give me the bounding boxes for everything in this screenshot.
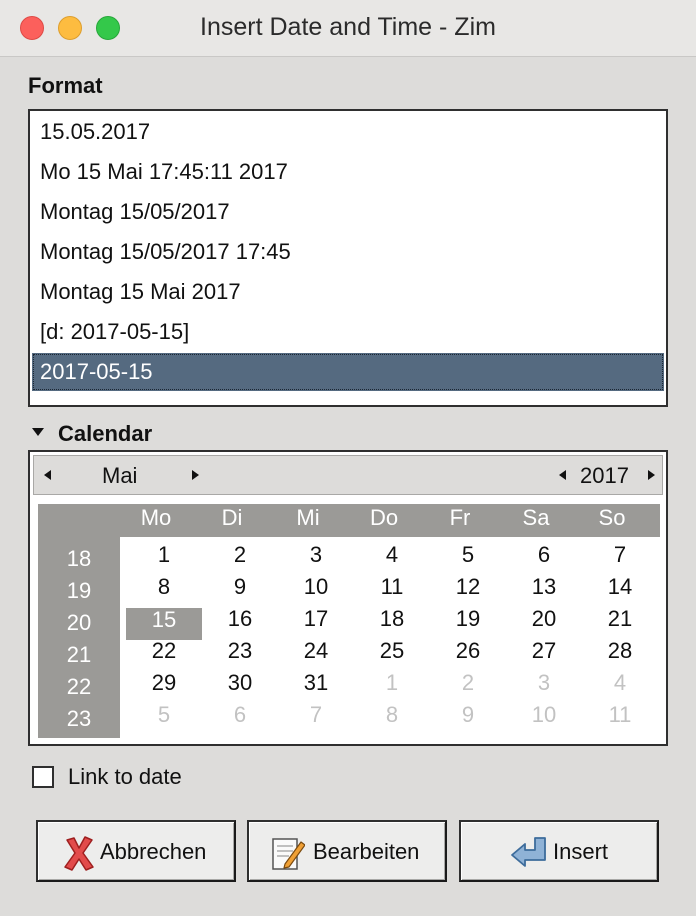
calendar-header: Mai 2017 [33, 455, 663, 495]
calendar-day[interactable]: 30 [202, 668, 278, 698]
calendar-day[interactable]: 13 [506, 572, 582, 602]
calendar-day[interactable]: 16 [202, 604, 278, 634]
format-item[interactable]: [d: 2017-05-15] [32, 313, 664, 351]
calendar-day[interactable]: 2 [202, 540, 278, 570]
month-label: Mai [102, 463, 138, 488]
calendar-day[interactable]: 10 [278, 572, 354, 602]
calendar-day[interactable]: 19 [430, 604, 506, 634]
calendar-day[interactable]: 9 [202, 572, 278, 602]
calendar-day[interactable]: 1 [126, 540, 202, 570]
calendar-day[interactable]: 7 [582, 540, 658, 570]
edit-button[interactable]: Bearbeiten [247, 820, 447, 882]
week-number: 21 [66, 642, 92, 667]
calendar-day[interactable]: 11 [354, 572, 430, 602]
calendar-day[interactable]: 17 [278, 604, 354, 634]
expander-arrow-icon[interactable] [32, 428, 44, 436]
calendar-day-other-month[interactable]: 1 [354, 668, 430, 698]
next-month-icon[interactable] [192, 470, 199, 480]
calendar-day-other-month[interactable]: 9 [430, 700, 506, 730]
calendar-day[interactable]: 23 [202, 636, 278, 666]
calendar-day[interactable]: 8 [126, 572, 202, 602]
cancel-button-label: Abbrechen [100, 839, 207, 864]
link-to-date-label[interactable]: Link to date [68, 764, 182, 790]
calendar-expander-label[interactable]: Calendar [58, 421, 152, 447]
week-number: 20 [66, 610, 92, 635]
calendar-day[interactable]: 31 [278, 668, 354, 698]
edit-button-label: Bearbeiten [313, 839, 420, 864]
weekday-do: Do [369, 505, 399, 530]
format-item-selected[interactable]: 2017-05-15 [32, 353, 664, 391]
calendar-day[interactable]: 5 [430, 540, 506, 570]
window-title: Insert Date and Time - Zim [200, 13, 496, 41]
year-label: 2017 [580, 463, 629, 488]
calendar-day[interactable]: 18 [354, 604, 430, 634]
calendar-day[interactable]: 4 [354, 540, 430, 570]
calendar-day[interactable]: 6 [506, 540, 582, 570]
week-number: 18 [66, 546, 92, 571]
next-year-icon[interactable] [648, 470, 655, 480]
weekday-mi: Mi [296, 505, 320, 530]
calendar-day-other-month[interactable]: 11 [582, 700, 658, 730]
calendar-day[interactable]: 24 [278, 636, 354, 666]
calendar-day-other-month[interactable]: 7 [278, 700, 354, 730]
calendar-day[interactable]: 26 [430, 636, 506, 666]
calendar-day[interactable]: 22 [126, 636, 202, 666]
weekday-header-row: Mo Di Mi Do Fr Sa So [118, 504, 660, 537]
weekday-sa: Sa [522, 505, 550, 530]
format-item[interactable]: Mo 15 Mai 17:45:11 2017 [32, 153, 664, 191]
calendar-day-other-month[interactable]: 2 [430, 668, 506, 698]
calendar-day[interactable]: 21 [582, 604, 658, 634]
calendar-day[interactable]: 14 [582, 572, 658, 602]
week-number: 23 [66, 706, 92, 731]
calendar-day-other-month[interactable]: 3 [506, 668, 582, 698]
calendar-day[interactable]: 29 [126, 668, 202, 698]
insert-return-arrow-icon [511, 837, 546, 867]
prev-year-icon[interactable] [559, 470, 566, 480]
link-to-date-checkbox[interactable] [32, 766, 54, 788]
insert-button[interactable]: Insert [459, 820, 659, 882]
format-item[interactable]: Montag 15/05/2017 17:45 [32, 233, 664, 271]
calendar-day-other-month[interactable]: 8 [354, 700, 430, 730]
calendar-day[interactable]: 3 [278, 540, 354, 570]
calendar-day[interactable]: 25 [354, 636, 430, 666]
calendar-day-other-month[interactable]: 4 [582, 668, 658, 698]
format-item[interactable]: Montag 15/05/2017 [32, 193, 664, 231]
prev-month-icon[interactable] [44, 470, 51, 480]
cancel-button[interactable]: Abbrechen [36, 820, 236, 882]
calendar-day-other-month[interactable]: 6 [202, 700, 278, 730]
calendar-day-other-month[interactable]: 10 [506, 700, 582, 730]
calendar-day[interactable]: 20 [506, 604, 582, 634]
calendar-day[interactable]: 27 [506, 636, 582, 666]
weekday-so: So [598, 505, 626, 530]
week-number: 22 [66, 674, 92, 699]
calendar-day-other-month[interactable]: 5 [126, 700, 202, 730]
calendar[interactable]: Mai 2017 Mo Di Mi Do Fr Sa So 18 19 20 2… [28, 450, 668, 746]
weekday-di: Di [221, 505, 243, 530]
calendar-day[interactable]: 12 [430, 572, 506, 602]
week-number: 19 [66, 578, 92, 603]
format-list[interactable]: 15.05.2017 Mo 15 Mai 17:45:11 2017 Monta… [28, 109, 668, 407]
weekday-mo: Mo [140, 505, 172, 530]
title-bar: Insert Date and Time - Zim [0, 0, 696, 57]
calendar-day[interactable]: 28 [582, 636, 658, 666]
format-item[interactable]: 15.05.2017 [32, 113, 664, 151]
weekday-fr: Fr [449, 505, 471, 530]
format-item[interactable]: Montag 15 Mai 2017 [32, 273, 664, 311]
format-label: Format [28, 73, 103, 98]
edit-pencil-icon [272, 838, 305, 870]
cancel-x-icon [64, 836, 94, 871]
insert-button-label: Insert [553, 839, 609, 864]
